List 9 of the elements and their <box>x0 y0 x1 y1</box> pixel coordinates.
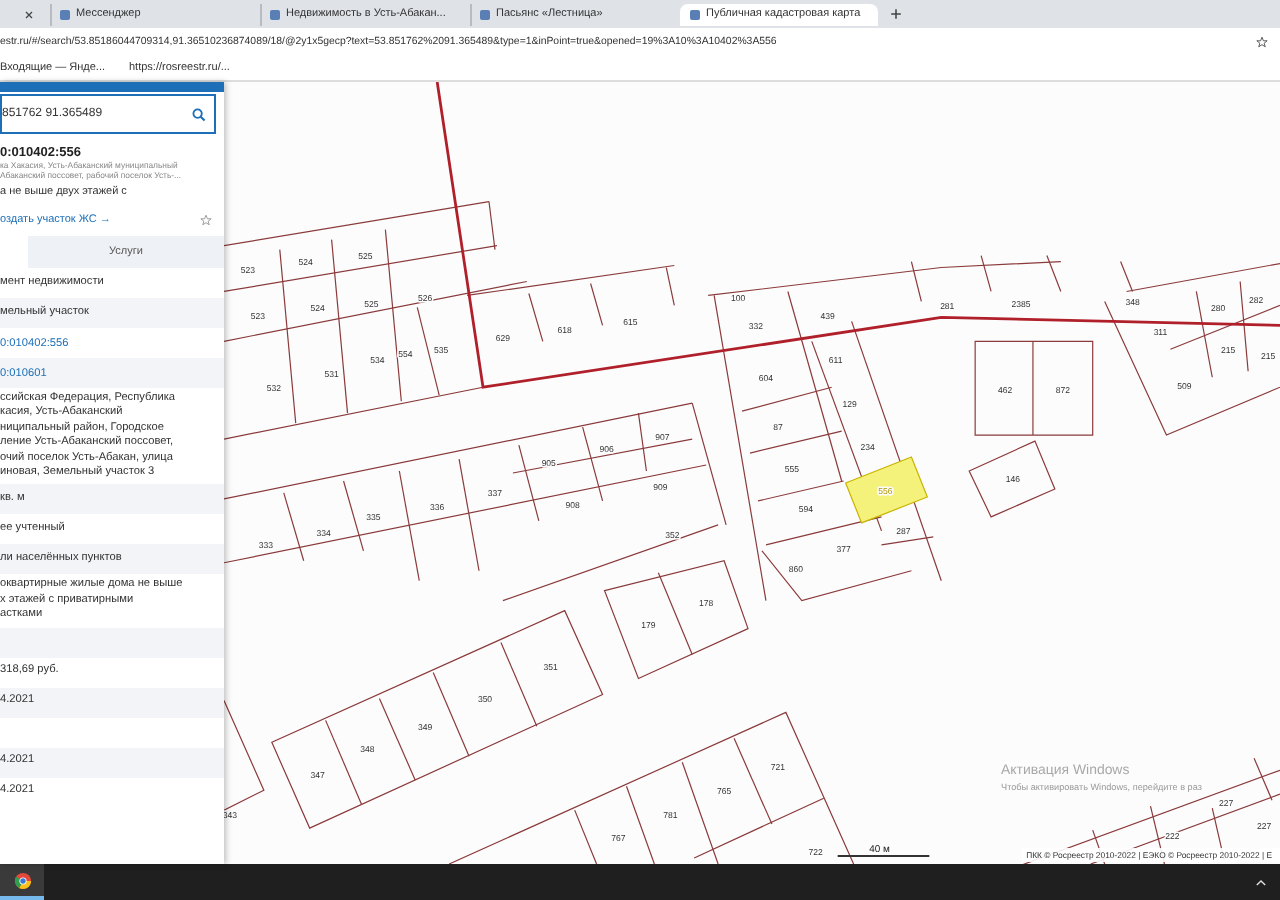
new-tab-icon[interactable] <box>890 8 902 20</box>
search-icon <box>192 107 206 121</box>
star-icon[interactable] <box>200 214 212 226</box>
scale-bar <box>836 855 931 857</box>
browser-taskbar-icon[interactable] <box>0 864 44 900</box>
close-icon[interactable] <box>24 9 34 19</box>
tray-chevron-icon[interactable] <box>1254 875 1268 889</box>
cadastral-map[interactable] <box>224 82 1280 864</box>
star-icon[interactable] <box>1256 35 1268 47</box>
